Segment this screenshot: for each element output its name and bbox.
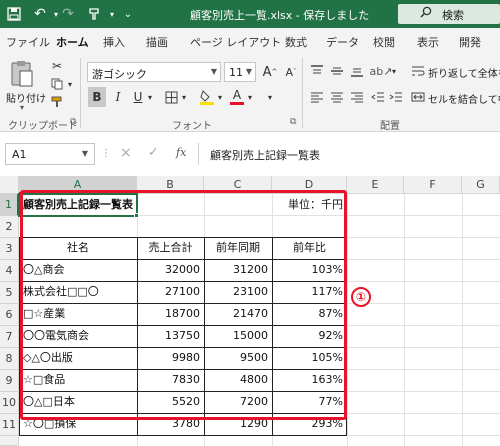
- name-box-value: A1: [12, 148, 27, 161]
- tab-formulas[interactable]: 数式: [285, 34, 307, 50]
- row-header-4[interactable]: 4: [0, 260, 19, 282]
- row-header-3[interactable]: 3: [0, 238, 19, 260]
- wrap-text-icon[interactable]: [410, 62, 426, 80]
- row-header-1[interactable]: 1: [0, 194, 19, 216]
- align-left-icon[interactable]: [308, 88, 326, 106]
- column-header-g[interactable]: G: [462, 176, 500, 194]
- annotation-badge: ①: [351, 287, 371, 307]
- search-label: 検索: [442, 9, 464, 22]
- paste-button[interactable]: 貼り付け: [6, 90, 46, 105]
- font-size-value: 11: [229, 66, 243, 79]
- tab-page-layout[interactable]: ページ レイアウト: [190, 34, 281, 50]
- underline-dropdown-icon[interactable]: ▾: [146, 87, 154, 107]
- formula-text: 顧客別売上記録一覧表: [210, 149, 320, 162]
- copy-dropdown-icon[interactable]: ▾: [66, 76, 74, 92]
- formula-input[interactable]: 顧客別売上記録一覧表: [100, 143, 500, 165]
- row-header-7[interactable]: 7: [0, 326, 19, 348]
- gridline: [347, 194, 348, 446]
- align-middle-icon[interactable]: [328, 62, 346, 80]
- paste-icon[interactable]: [8, 58, 36, 90]
- chevron-down-icon: ▼: [81, 149, 88, 158]
- fill-color-dropdown-icon[interactable]: ▾: [216, 87, 224, 107]
- paint-brush-icon[interactable]: [84, 4, 104, 24]
- gridline: [404, 194, 405, 446]
- customize-qat-icon[interactable]: ⌄: [118, 4, 138, 24]
- borders-icon[interactable]: [162, 87, 180, 107]
- title-bar: ↶ ▾ ↷ ▾ ⌄ 顧客別売上一覧.xlsx - 保存しました 検索: [0, 0, 500, 28]
- clipboard-group-label: クリップボード: [8, 121, 78, 132]
- orientation-icon[interactable]: ab↗: [370, 62, 393, 80]
- save-icon[interactable]: [4, 4, 24, 24]
- clipboard-launcher-icon[interactable]: ⧉: [70, 117, 76, 127]
- italic-button[interactable]: I: [110, 87, 126, 107]
- chevron-down-icon: ▼: [245, 67, 252, 76]
- alignment-group-label: 配置: [380, 121, 400, 132]
- highlight-frame: [20, 190, 347, 420]
- cut-icon[interactable]: ✂: [48, 58, 66, 74]
- ribbon: 貼り付け ▾ ✂ ▾ クリップボード ⧉ 游ゴシック ▼ 11 ▼ A ^ Aˇ …: [0, 54, 500, 132]
- select-all-corner[interactable]: [0, 176, 19, 194]
- font-group-label: フォント: [172, 121, 212, 132]
- increase-indent-icon[interactable]: [388, 88, 404, 106]
- fill-color-icon[interactable]: [198, 87, 216, 107]
- font-size-select[interactable]: 11 ▼: [224, 62, 256, 82]
- font-name-select[interactable]: 游ゴシック ▼: [87, 62, 221, 82]
- font-name-value: 游ゴシック: [92, 68, 147, 81]
- align-right-icon[interactable]: [348, 88, 366, 106]
- orientation-dropdown-icon[interactable]: ▾: [390, 62, 398, 80]
- row-header-10[interactable]: 10: [0, 392, 19, 414]
- tab-review[interactable]: 校閲: [373, 34, 395, 50]
- group-divider: [302, 58, 303, 128]
- chevron-down-icon: ▼: [210, 67, 217, 76]
- search-icon: [420, 6, 432, 21]
- row-header-2[interactable]: 2: [0, 216, 19, 238]
- font-launcher-icon[interactable]: ⧉: [290, 117, 296, 127]
- row-header-12[interactable]: [0, 436, 19, 446]
- align-top-icon[interactable]: [308, 62, 326, 80]
- tab-data[interactable]: データ: [326, 34, 359, 50]
- row-header-11[interactable]: 11: [0, 414, 19, 436]
- wrap-text-button[interactable]: 折り返して全体を表: [428, 65, 500, 80]
- paste-dropdown-icon[interactable]: ▾: [20, 103, 24, 112]
- search-box[interactable]: 検索: [398, 4, 500, 24]
- redo-icon[interactable]: ↷: [58, 4, 78, 24]
- row-header-6[interactable]: 6: [0, 304, 19, 326]
- gridline: [462, 194, 463, 446]
- merge-center-icon[interactable]: [410, 88, 426, 106]
- ribbon-tabs: ファイル ホーム 挿入 描画 ページ レイアウト 数式 データ 校閲 表示 開発: [0, 28, 500, 56]
- row-header-8[interactable]: 8: [0, 348, 19, 370]
- tab-file[interactable]: ファイル: [6, 34, 50, 50]
- align-center-icon[interactable]: [328, 88, 346, 106]
- tab-developer[interactable]: 開発: [459, 34, 481, 50]
- tab-draw[interactable]: 描画: [146, 34, 168, 50]
- font-color-dropdown-icon[interactable]: ▾: [246, 87, 254, 107]
- row-header-9[interactable]: 9: [0, 370, 19, 392]
- table-border: [19, 435, 347, 436]
- tab-home[interactable]: ホーム: [56, 34, 89, 56]
- phonetic-dropdown-icon[interactable]: ▾: [264, 87, 276, 107]
- underline-button[interactable]: U: [130, 87, 146, 107]
- column-header-e[interactable]: E: [347, 176, 404, 194]
- tab-insert[interactable]: 挿入: [103, 34, 125, 50]
- row-header-5[interactable]: 5: [0, 282, 19, 304]
- increase-font-icon[interactable]: A ^: [261, 62, 279, 82]
- format-painter-icon[interactable]: [48, 94, 66, 110]
- name-box[interactable]: A1 ▼: [5, 143, 95, 165]
- font-color-icon[interactable]: A: [229, 87, 245, 107]
- decrease-indent-icon[interactable]: [370, 88, 386, 106]
- decrease-font-icon[interactable]: Aˇ: [282, 62, 300, 82]
- group-divider: [80, 58, 81, 128]
- copy-icon[interactable]: [48, 76, 66, 92]
- window-title: 顧客別売上一覧.xlsx - 保存しました: [190, 9, 370, 22]
- align-bottom-icon[interactable]: [348, 62, 366, 80]
- borders-dropdown-icon[interactable]: ▾: [180, 87, 188, 107]
- bold-button[interactable]: B: [88, 87, 106, 107]
- merge-center-button[interactable]: セルを結合して中央: [428, 91, 500, 106]
- tab-view[interactable]: 表示: [417, 34, 439, 50]
- column-header-f[interactable]: F: [404, 176, 462, 194]
- worksheet-grid[interactable]: A B C D E F G 1 2 3 4 5 6 7 8 9 10 11 顧客…: [0, 176, 500, 446]
- formula-bar: A1 ▼ ⋮ × ✓ fx 顧客別売上記録一覧表: [0, 132, 500, 176]
